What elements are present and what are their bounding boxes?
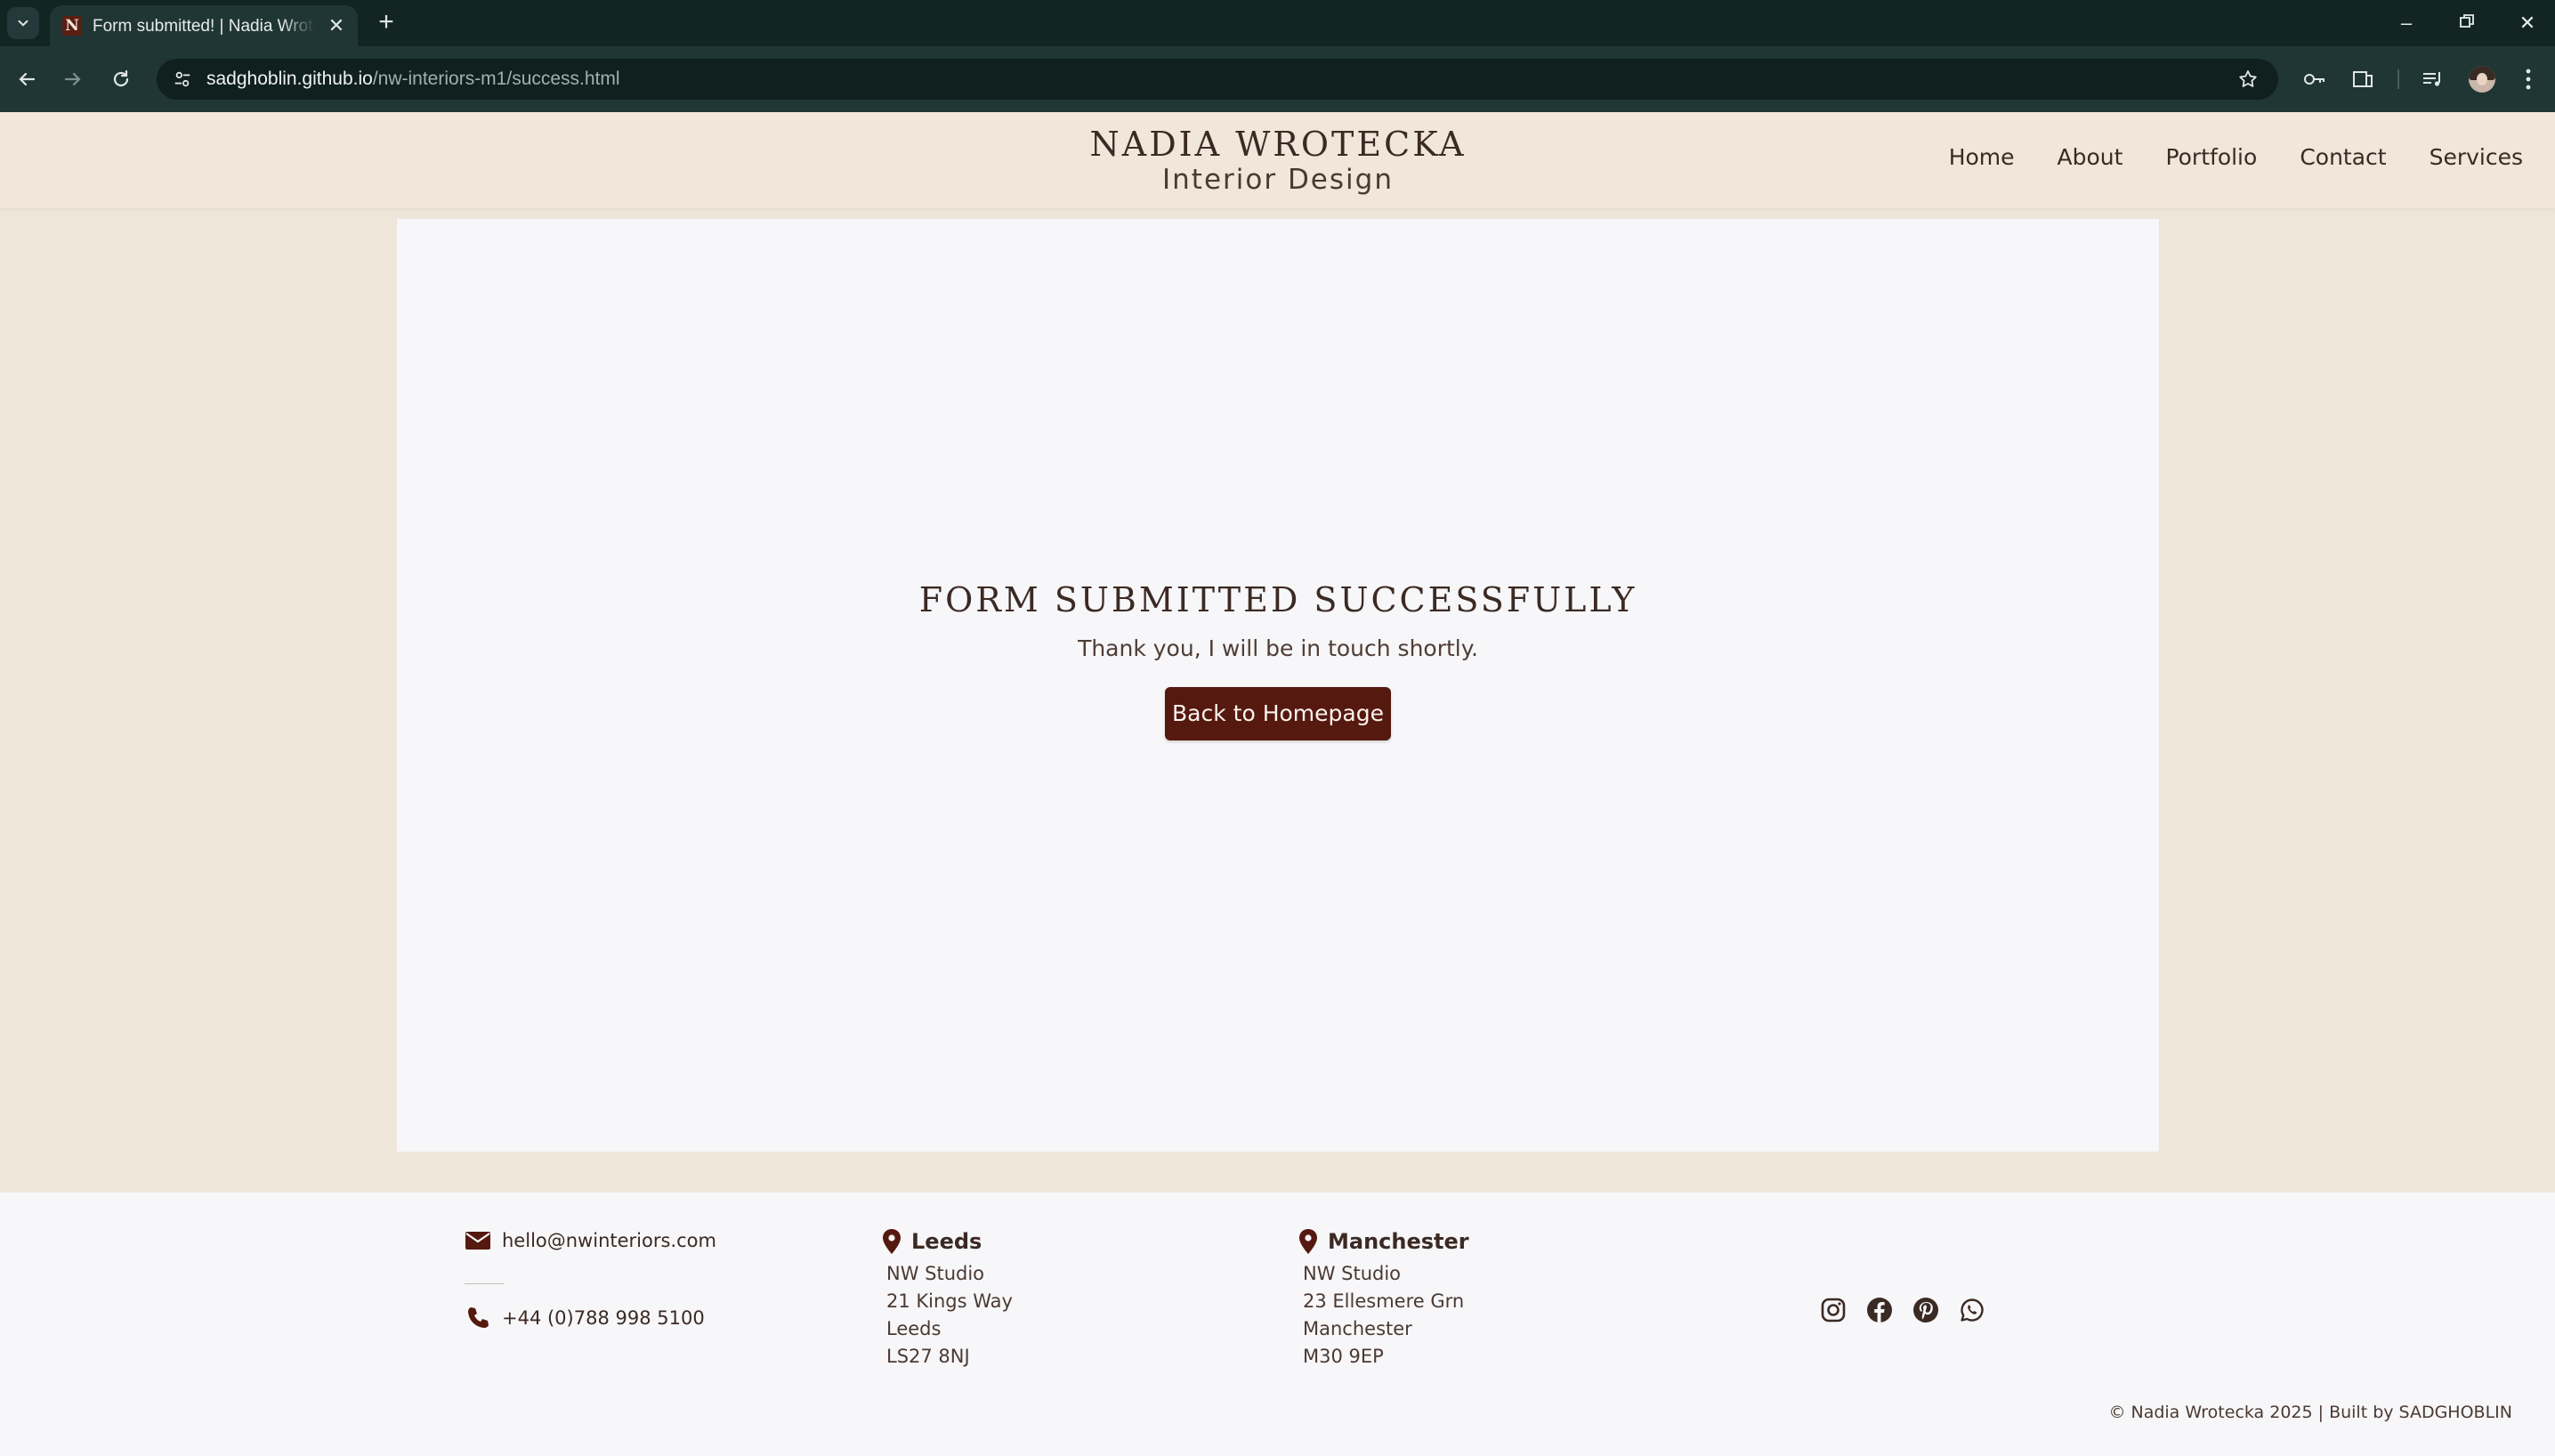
location-pin-icon [883, 1229, 901, 1254]
instagram-icon[interactable] [1819, 1296, 1848, 1324]
whatsapp-icon[interactable] [1958, 1296, 1986, 1324]
cast-device-icon[interactable] [2348, 64, 2378, 94]
location-pin-icon [1299, 1229, 1317, 1254]
arrow-right-icon [64, 72, 81, 86]
chevron-down-icon [18, 20, 28, 27]
social-links [1819, 1296, 1986, 1324]
success-card: FORM SUBMITTED SUCCESSFULLY Thank you, I… [397, 219, 2159, 1152]
site-footer: hello@nwinteriors.com +44 (0)788 998 510… [0, 1193, 2555, 1456]
footer-location-leeds: Leeds NW Studio 21 Kings Way Leeds LS27 … [881, 1228, 1013, 1371]
media-queue-icon[interactable] [2417, 64, 2447, 94]
facebook-icon[interactable] [1865, 1296, 1894, 1324]
close-window-button[interactable]: ✕ [2510, 7, 2545, 39]
footer-location-manchester: Manchester NW Studio 23 Ellesmere Grn Ma… [1298, 1228, 1469, 1371]
reload-button[interactable] [105, 63, 137, 95]
brand-name: NADIA WROTECKA [1089, 125, 1467, 164]
site-info-button[interactable] [169, 66, 196, 93]
tab-close-icon[interactable]: ✕ [326, 15, 347, 36]
browser-tab-bar: N Form submitted! | Nadia Wrotecka ✕ + –… [0, 0, 2555, 46]
nav-contact[interactable]: Contact [2300, 144, 2386, 170]
footer-phone[interactable]: +44 (0)788 998 5100 [465, 1305, 705, 1331]
browser-tab-active[interactable]: N Form submitted! | Nadia Wrotecka ✕ [50, 5, 358, 46]
nav-home[interactable]: Home [1949, 144, 2015, 170]
brand-logo[interactable]: NADIA WROTECKA Interior Design [1011, 125, 1545, 196]
address-line: Leeds [886, 1318, 942, 1339]
main-nav: Home About Portfolio Contact Services [1949, 144, 2523, 170]
copyright-text: © Nadia Wrotecka 2025 | Built by SADGHOB… [2108, 1403, 2512, 1422]
address-line: 21 Kings Way [886, 1290, 1013, 1312]
url-text: sadghoblin.github.io/nw-interiors-m1/suc… [206, 69, 620, 90]
forward-button[interactable] [57, 63, 89, 95]
pinterest-icon[interactable] [1912, 1296, 1940, 1324]
nav-services[interactable]: Services [2430, 144, 2523, 170]
address-bar[interactable]: sadghoblin.github.io/nw-interiors-m1/suc… [157, 59, 2278, 100]
bookmark-star-icon[interactable] [2236, 67, 2260, 92]
location-city: Manchester [1328, 1229, 1469, 1254]
toolbar-separator [2397, 69, 2399, 89]
site-favicon-icon: N [62, 16, 82, 36]
password-key-icon[interactable] [2300, 64, 2330, 94]
browser-menu-icon[interactable] [2513, 64, 2543, 94]
reload-icon [113, 69, 129, 87]
tab-search-button[interactable] [7, 7, 39, 39]
brand-subtitle: Interior Design [1162, 164, 1394, 196]
minimize-window-button[interactable]: – [2389, 7, 2424, 39]
address-line: LS27 8NJ [886, 1346, 970, 1367]
envelope-icon [465, 1232, 490, 1250]
url-host: sadghoblin.github.io [206, 69, 373, 89]
location-city: Leeds [911, 1229, 982, 1254]
profile-avatar[interactable] [2469, 66, 2495, 93]
nav-portfolio[interactable]: Portfolio [2165, 144, 2257, 170]
url-path: /nw-interiors-m1/success.html [372, 69, 620, 89]
browser-toolbar: sadghoblin.github.io/nw-interiors-m1/suc… [0, 46, 2555, 112]
success-message: Thank you, I will be in touch shortly. [1078, 635, 1478, 661]
restore-icon [2460, 14, 2474, 28]
footer-divider [465, 1283, 504, 1284]
page-title: FORM SUBMITTED SUCCESSFULLY [918, 580, 1637, 619]
phone-icon [468, 1307, 489, 1328]
back-to-homepage-button[interactable]: Back to Homepage [1165, 687, 1391, 740]
address-line: NW Studio [886, 1263, 985, 1284]
new-tab-button[interactable]: + [372, 9, 400, 37]
footer-email-text: hello@nwinteriors.com [502, 1230, 716, 1251]
nav-about[interactable]: About [2058, 144, 2123, 170]
address-line: 23 Ellesmere Grn [1303, 1290, 1465, 1312]
address-line: Manchester [1303, 1318, 1412, 1339]
restore-window-button[interactable] [2449, 7, 2485, 39]
footer-phone-text: +44 (0)788 998 5100 [502, 1307, 705, 1329]
footer-email[interactable]: hello@nwinteriors.com [465, 1230, 716, 1251]
arrow-left-icon [19, 72, 36, 86]
address-line: NW Studio [1303, 1263, 1402, 1284]
tune-icon [174, 71, 190, 87]
site-header: NADIA WROTECKA Interior Design Home Abou… [0, 112, 2555, 208]
back-button[interactable] [11, 63, 43, 95]
tab-title: Form submitted! | Nadia Wrotecka [93, 17, 315, 36]
address-line: M30 9EP [1303, 1346, 1384, 1367]
